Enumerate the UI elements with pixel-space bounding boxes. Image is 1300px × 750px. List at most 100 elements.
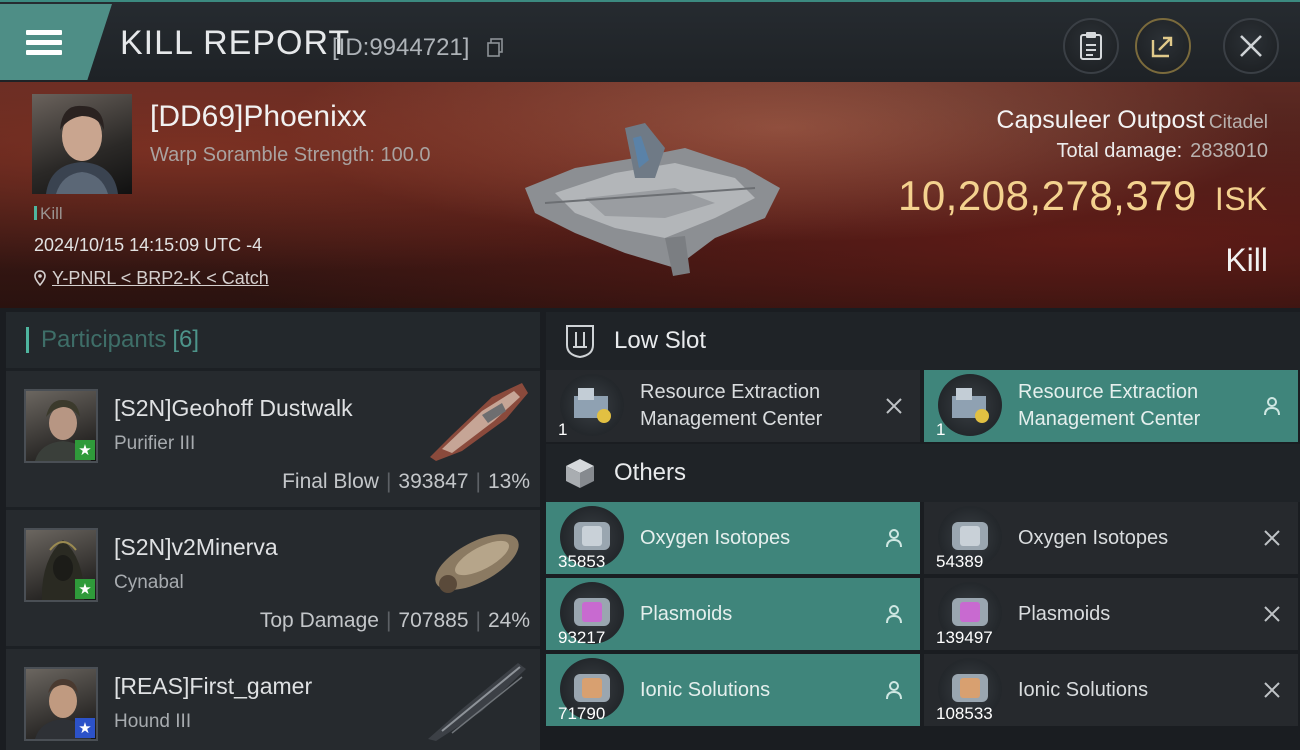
isk-amount: 10,208,278,379 [897, 172, 1197, 219]
item-name: Resource Extraction Management Center [1018, 370, 1258, 442]
target-name: Capsuleer Outpost Citadel [996, 106, 1268, 135]
close-icon [1264, 682, 1280, 698]
destroyed-marker [882, 394, 906, 418]
cargo-item[interactable]: 139497 Plasmoids [924, 578, 1298, 650]
participant-stats: Final Blow | 393847 | 13% [282, 470, 530, 493]
participant-name[interactable]: [REAS]First_gamer [114, 673, 312, 700]
total-damage: Total damage: 2838010 [1056, 140, 1268, 163]
item-quantity: 93217 [558, 628, 606, 647]
item-name: Ionic Solutions [1018, 678, 1149, 701]
participants-title: Participants [41, 326, 167, 353]
participant-row[interactable]: ★ [REAS]First_gamer Hound III [6, 649, 540, 750]
item-name: Ionic Solutions [640, 678, 771, 701]
participant-percent: 24% [487, 609, 530, 632]
location-link[interactable]: Y-PNRL < BRP2-K < Catch [52, 268, 269, 288]
item-name-line2: Management Center [640, 408, 823, 430]
module-item[interactable]: 1 Resource Extraction Management Center [924, 370, 1298, 442]
close-icon [1240, 35, 1262, 57]
ship-image [435, 534, 519, 593]
destroyed-marker [1260, 602, 1284, 626]
pilot-portrait-icon [46, 105, 118, 194]
hamburger-icon [26, 25, 62, 60]
top-bar: KILL REPORT [ID:9944721] [0, 0, 1300, 82]
avatar[interactable]: ★ [24, 667, 98, 741]
share-button[interactable] [1135, 18, 1191, 74]
item-quantity: 1 [558, 420, 568, 439]
participant-name[interactable]: [S2N]v2Minerva [114, 534, 278, 561]
item-name-line1: Resource Extraction [1018, 381, 1199, 403]
item-quantity: 139497 [936, 628, 993, 647]
isk-unit: ISK [1214, 181, 1268, 217]
module-icon [938, 374, 1002, 436]
participants-panel: Participants [6] ★ [S2N]Geohoff Dustwalk… [6, 312, 540, 750]
cargo-item[interactable]: 108533 Ionic Solutions [924, 654, 1298, 726]
participant-row[interactable]: ★ [S2N]Geohoff Dustwalk Purifier III Fin… [6, 371, 540, 507]
person-icon [886, 529, 902, 548]
item-quantity: 35853 [558, 552, 606, 571]
participants-header: Participants [6] [6, 312, 540, 368]
kill-result: Kill [1225, 242, 1268, 278]
destroyed-marker [1260, 526, 1284, 550]
cargo-item[interactable]: 71790 Ionic Solutions [546, 654, 920, 726]
close-icon [1264, 606, 1280, 622]
clipboard-icon [1080, 32, 1102, 60]
destroyed-marker [1260, 678, 1284, 702]
item-quantity: 1 [936, 420, 946, 439]
dropped-marker [882, 602, 906, 626]
cargo-item[interactable]: 93217 Plasmoids [546, 578, 920, 650]
low-slot-icon [566, 325, 594, 359]
person-icon [1264, 397, 1280, 416]
ship-image [428, 663, 526, 741]
avatar[interactable]: ★ [24, 528, 98, 602]
cube-icon [566, 459, 594, 488]
location-pin-icon [34, 270, 46, 286]
target-name-text: Capsuleer Outpost [996, 106, 1205, 134]
cargo-item[interactable]: 35853 Oxygen Isotopes [546, 502, 920, 574]
victim-portrait[interactable] [32, 94, 132, 194]
participant-percent: 13% [487, 470, 530, 493]
person-icon [886, 605, 902, 624]
participant-role: Top Damage [259, 609, 379, 632]
others-header: Others [546, 444, 1300, 502]
kill-datetime: 2024/10/15 14:15:09 UTC -4 [34, 235, 263, 255]
module-icon [560, 374, 624, 436]
participant-row[interactable]: ★ [S2N]v2Minerva Cynabal Top Damage | 7078… [6, 510, 540, 646]
item-name: Plasmoids [1018, 602, 1111, 625]
victim-pilot-name[interactable]: [DD69]Phoenixx [150, 100, 367, 134]
kill-tag: Kill [34, 204, 63, 224]
module-item[interactable]: 1 Resource Extraction Management Center [546, 370, 920, 442]
participant-damage: 393847 [398, 470, 469, 493]
menu-button[interactable] [0, 4, 112, 80]
others-title: Others [614, 459, 687, 486]
dropped-marker [882, 526, 906, 550]
cargo-item[interactable]: 54389 Oxygen Isotopes [924, 502, 1298, 574]
star-badge-icon: ★ [75, 579, 95, 599]
page-title: KILL REPORT [120, 24, 351, 62]
participant-damage: 707885 [398, 609, 469, 632]
isk-value: 10,208,278,379 ISK [898, 172, 1268, 220]
citadel-structure-image [525, 123, 780, 276]
star-badge-icon: ★ [75, 440, 95, 460]
item-quantity: 71790 [558, 704, 606, 723]
item-name-line1: Resource Extraction [640, 381, 821, 403]
report-id: [ID:9944721] [332, 34, 470, 61]
target-class: Citadel [1208, 112, 1268, 133]
warp-scramble-strength: Warp Soramble Strength: 100.0 [150, 144, 431, 166]
close-button[interactable] [1223, 18, 1279, 74]
clipboard-button[interactable] [1063, 18, 1119, 74]
avatar[interactable]: ★ [24, 389, 98, 463]
copy-icon[interactable] [486, 38, 504, 58]
low-slot-title: Low Slot [614, 327, 707, 354]
person-icon [886, 681, 902, 700]
kill-summary: [DD69]Phoenixx Warp Soramble Strength: 1… [0, 82, 1300, 308]
participant-ship: Hound III [114, 711, 192, 732]
kill-location[interactable]: Y-PNRL < BRP2-K < Catch [34, 268, 269, 289]
close-icon [886, 398, 902, 414]
star-badge-icon: ★ [75, 718, 95, 738]
dropped-marker [1260, 394, 1284, 418]
low-slot-header: Low Slot [546, 312, 1300, 370]
close-icon [1264, 530, 1280, 546]
participant-name[interactable]: [S2N]Geohoff Dustwalk [114, 395, 353, 422]
item-quantity: 108533 [936, 704, 993, 723]
share-icon [1151, 36, 1173, 58]
